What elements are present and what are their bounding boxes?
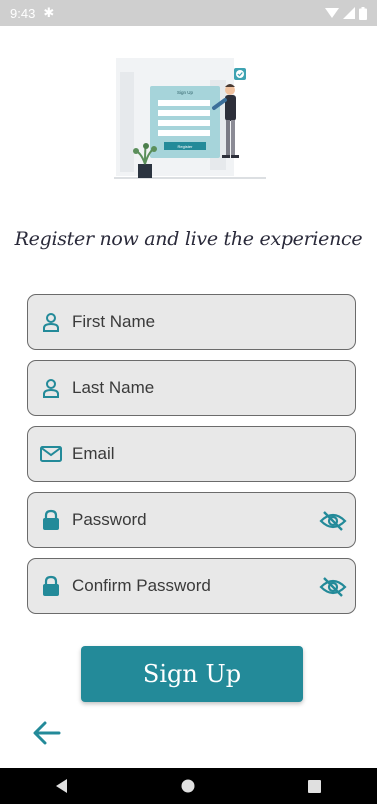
email-input[interactable]: [72, 444, 302, 464]
status-bar: 9:43 ✱: [0, 0, 377, 26]
password-field[interactable]: [27, 492, 356, 548]
navigation-bar: [0, 768, 377, 804]
last-name-field[interactable]: [27, 360, 356, 416]
last-name-input[interactable]: [72, 378, 302, 398]
settings-gear-icon: ✱: [43, 5, 55, 20]
lock-icon: [40, 509, 62, 531]
first-name-field[interactable]: [27, 294, 356, 350]
visibility-off-icon[interactable]: [319, 573, 347, 601]
email-field[interactable]: [27, 426, 356, 482]
wifi-icon: [325, 8, 339, 18]
person-icon: [40, 311, 62, 333]
back-nav-icon[interactable]: [56, 779, 68, 793]
lock-icon: [40, 575, 62, 597]
status-icons: [325, 6, 367, 20]
visibility-off-icon[interactable]: [319, 507, 347, 535]
back-arrow-icon[interactable]: [33, 720, 61, 746]
headline: Register now and live the experience: [14, 228, 363, 250]
email-icon: [40, 443, 62, 465]
signal-icon: [343, 7, 355, 19]
person-icon: [40, 377, 62, 399]
illustration-register-label: Register: [178, 144, 194, 149]
status-time: 9:43: [10, 5, 36, 21]
confirm-password-field[interactable]: [27, 558, 356, 614]
sign-up-button[interactable]: Sign Up: [81, 646, 303, 702]
recents-nav-icon[interactable]: [307, 779, 321, 793]
battery-icon: [359, 6, 367, 20]
illustration-form-title: Sign Up: [177, 90, 194, 95]
home-nav-icon[interactable]: [181, 779, 195, 793]
first-name-input[interactable]: [72, 312, 302, 332]
confirm-password-input[interactable]: [72, 576, 302, 596]
signup-illustration: Sign Up Register: [114, 58, 266, 179]
password-input[interactable]: [72, 510, 302, 530]
